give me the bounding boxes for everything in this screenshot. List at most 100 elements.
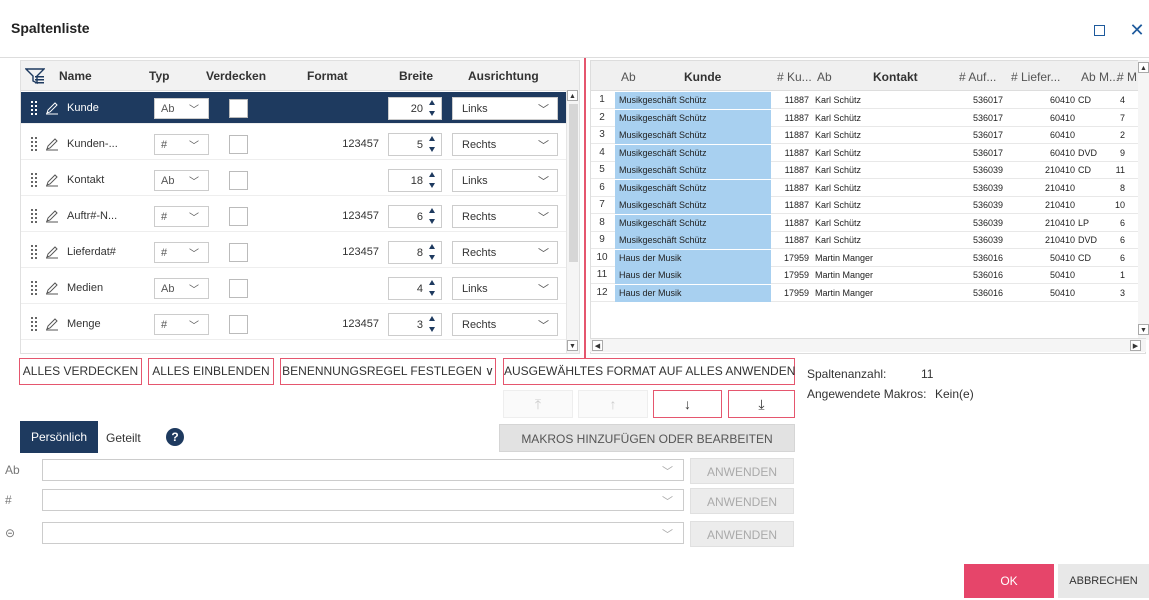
alignment-dropdown[interactable]: Links ﹀ [452, 277, 558, 300]
preview-row[interactable]: 6 Musikgeschäft Schütz 11887 Karl Schütz 536… [591, 179, 1145, 197]
preview-header-lieferdatum[interactable]: # Liefer... [1011, 70, 1060, 84]
cell-lieferdatum[interactable]: 60410 [1023, 148, 1075, 158]
type-dropdown[interactable]: # ﹀ [154, 206, 209, 227]
decrement-icon[interactable] [429, 111, 435, 116]
cell-menge[interactable]: 7 [1111, 113, 1125, 123]
preview-header-kundennr[interactable]: # Ku... [777, 70, 812, 84]
apply-date-rule-button[interactable]: ANWENDEN [690, 521, 794, 547]
cell-kontakt[interactable]: Karl Schütz [815, 200, 861, 210]
naming-rule-button[interactable]: BENENNUNGSREGEL FESTLEGEN ∨ [280, 358, 496, 385]
scroll-right-icon[interactable]: ▶ [1130, 340, 1141, 351]
show-all-button[interactable]: ALLES EINBLENDEN [148, 358, 274, 385]
decrement-icon[interactable] [429, 183, 435, 188]
preview-row[interactable]: 12 Haus der Musik 17959 Martin Manger 536016… [591, 284, 1145, 302]
preview-header-menge[interactable]: # M [1117, 70, 1137, 84]
cell-lieferdatum[interactable]: 50410 [1023, 270, 1075, 280]
preview-row[interactable]: 10 Haus der Musik 17959 Martin Manger 536016… [591, 249, 1145, 267]
move-top-icon[interactable]: ⤒ [503, 390, 573, 418]
hide-checkbox[interactable] [229, 279, 248, 298]
scroll-left-icon[interactable]: ◀ [592, 340, 603, 351]
alignment-dropdown[interactable]: Rechts ﹀ [452, 241, 558, 264]
type-dropdown[interactable]: Ab ﹀ [154, 98, 209, 119]
cell-menge[interactable]: 1 [1111, 270, 1125, 280]
decrement-icon[interactable] [429, 219, 435, 224]
cell-lieferdatum[interactable]: 50410 [1023, 288, 1075, 298]
cell-kontakt[interactable]: Karl Schütz [815, 235, 861, 245]
cell-kunde[interactable]: Musikgeschäft Schütz [615, 162, 771, 179]
cell-auftrag[interactable]: 536017 [963, 113, 1003, 123]
column-row[interactable]: Menge # ﹀ 123457 3 Rechts ﹀ [21, 308, 567, 340]
cell-kundennr[interactable]: 11887 [773, 95, 809, 105]
cell-menge[interactable]: 9 [1111, 148, 1125, 158]
maximize-icon[interactable] [1094, 25, 1105, 36]
hide-checkbox[interactable] [229, 99, 248, 118]
cell-kundennr[interactable]: 17959 [773, 288, 809, 298]
apply-text-rule-button[interactable]: ANWENDEN [690, 458, 794, 484]
type-dropdown[interactable]: # ﹀ [154, 314, 209, 335]
move-bottom-icon[interactable]: ⤓ [728, 390, 795, 418]
increment-icon[interactable] [429, 100, 435, 105]
preview-row[interactable]: 5 Musikgeschäft Schütz 11887 Karl Schütz 536… [591, 162, 1145, 179]
preview-row[interactable]: 7 Musikgeschäft Schütz 11887 Karl Schütz 536… [591, 197, 1145, 214]
cell-kundennr[interactable]: 17959 [773, 253, 809, 263]
decrement-icon[interactable] [429, 327, 435, 332]
rule-select-date[interactable]: ﹀ [42, 522, 684, 544]
cell-kundennr[interactable]: 11887 [773, 183, 809, 193]
type-dropdown[interactable]: # ﹀ [154, 134, 209, 155]
preview-row[interactable]: 8 Musikgeschäft Schütz 11887 Karl Schütz 536… [591, 214, 1145, 232]
header-name[interactable]: Name [59, 69, 92, 83]
width-stepper[interactable]: 5 [388, 133, 442, 156]
scroll-thumb[interactable] [569, 104, 578, 262]
cell-kundennr[interactable]: 17959 [773, 270, 809, 280]
cell-menge[interactable]: 11 [1111, 165, 1125, 175]
scroll-down-icon[interactable]: ▼ [567, 340, 578, 351]
cell-kunde[interactable]: Musikgeschäft Schütz [615, 127, 771, 144]
column-row[interactable]: Kunde Ab ﹀ 20 Links ﹀ [21, 92, 567, 124]
cell-kundennr[interactable]: 11887 [773, 235, 809, 245]
pencil-icon[interactable] [45, 173, 59, 187]
column-row[interactable]: Medien Ab ﹀ 4 Links ﹀ [21, 272, 567, 304]
rule-select-number[interactable]: ﹀ [42, 489, 684, 511]
alignment-dropdown[interactable]: Rechts ﹀ [452, 205, 558, 228]
drag-handle-icon[interactable] [31, 173, 37, 187]
cell-kunde[interactable]: Haus der Musik [615, 284, 771, 302]
increment-icon[interactable] [429, 244, 435, 249]
width-stepper[interactable]: 18 [388, 169, 442, 192]
cell-medien[interactable]: LP [1078, 218, 1089, 228]
preview-vertical-scrollbar[interactable]: ▲ ▼ [1138, 60, 1149, 340]
format-value[interactable]: 123457 [341, 210, 379, 222]
cell-kundennr[interactable]: 11887 [773, 165, 809, 175]
cell-kundennr[interactable]: 11887 [773, 200, 809, 210]
increment-icon[interactable] [429, 280, 435, 285]
hide-all-button[interactable]: ALLES VERDECKEN [19, 358, 142, 385]
cell-lieferdatum[interactable]: 210410 [1023, 200, 1075, 210]
increment-icon[interactable] [429, 208, 435, 213]
cell-kunde[interactable]: Musikgeschäft Schütz [615, 109, 771, 127]
cell-kontakt[interactable]: Karl Schütz [815, 183, 861, 193]
alignment-dropdown[interactable]: Rechts ﹀ [452, 133, 558, 156]
increment-icon[interactable] [429, 136, 435, 141]
preview-row[interactable]: 1 Musikgeschäft Schütz 11887 Karl Schütz 536… [591, 92, 1145, 109]
pencil-icon[interactable] [45, 245, 59, 259]
cell-auftrag[interactable]: 536016 [963, 270, 1003, 280]
cell-lieferdatum[interactable]: 60410 [1023, 95, 1075, 105]
edit-macros-button[interactable]: MAKROS HINZUFÜGEN ODER BEARBEITEN [499, 424, 795, 452]
column-row[interactable]: Auftr#-N... # ﹀ 123457 6 Rechts ﹀ [21, 200, 567, 232]
cell-auftrag[interactable]: 536039 [963, 218, 1003, 228]
cell-menge[interactable]: 6 [1111, 218, 1125, 228]
cell-kontakt[interactable]: Karl Schütz [815, 130, 861, 140]
type-dropdown[interactable]: Ab ﹀ [154, 170, 209, 191]
cell-kunde[interactable]: Musikgeschäft Schütz [615, 92, 771, 109]
cancel-button[interactable]: ABBRECHEN [1058, 564, 1149, 598]
cell-auftrag[interactable]: 536017 [963, 95, 1003, 105]
header-ausrichtung[interactable]: Ausrichtung [468, 69, 539, 83]
left-vertical-scrollbar[interactable]: ▲ ▼ [566, 90, 579, 353]
cell-kunde[interactable]: Musikgeschäft Schütz [615, 232, 771, 249]
type-dropdown[interactable]: Ab ﹀ [154, 278, 209, 299]
width-stepper[interactable]: 20 [388, 97, 442, 120]
header-verdecken[interactable]: Verdecken [206, 69, 266, 83]
apply-number-rule-button[interactable]: ANWENDEN [690, 488, 794, 514]
help-icon[interactable]: ? [166, 428, 184, 446]
hide-checkbox[interactable] [229, 135, 248, 154]
column-row[interactable]: Kontakt Ab ﹀ 18 Links ﹀ [21, 164, 567, 196]
